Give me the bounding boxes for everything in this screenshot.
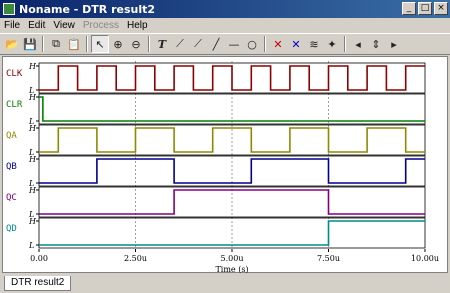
window-title: Noname - DTR result2: [19, 2, 156, 16]
waveform-qa: [39, 127, 425, 153]
level-low-label: L: [28, 241, 34, 250]
nav-left-icon[interactable]: ◂: [349, 35, 367, 53]
x-tick-label: 7.50u: [317, 254, 340, 263]
cursor-b-icon[interactable]: ⟋: [189, 35, 207, 53]
tab-bar: DTR result2: [0, 275, 450, 293]
save-icon[interactable]: 💾: [21, 35, 39, 53]
x-tick-label: 0.00: [30, 254, 48, 263]
tab-dtr-result2[interactable]: DTR result2: [4, 276, 72, 291]
menu-bar: File Edit View Process Help: [0, 18, 450, 33]
series-label: CLK: [6, 69, 23, 79]
ellipse-icon[interactable]: ○: [243, 35, 261, 53]
x-tick-label: 10.00u: [411, 254, 439, 263]
series-label: QD: [6, 224, 17, 234]
x-tick-label: 5.00u: [221, 254, 244, 263]
menu-help[interactable]: Help: [127, 20, 148, 31]
waveform-clk: [39, 65, 425, 91]
marker2-icon[interactable]: ✕: [287, 35, 305, 53]
wand-icon[interactable]: ✦: [323, 35, 341, 53]
series-label: QC: [6, 193, 17, 203]
x-tick-label: 2.50u: [124, 254, 147, 263]
text-icon[interactable]: T: [153, 35, 171, 53]
menu-process: Process: [82, 20, 119, 31]
level-high-label: H: [28, 186, 37, 195]
menu-view[interactable]: View: [53, 20, 75, 31]
level-high-label: H: [28, 62, 37, 71]
zoom-out-icon[interactable]: ⊖: [127, 35, 145, 53]
app-icon: [3, 3, 15, 15]
line-icon[interactable]: ╱: [207, 35, 225, 53]
paste-icon[interactable]: 📋: [65, 35, 83, 53]
nav-right-icon[interactable]: ▸: [385, 35, 403, 53]
measure-icon[interactable]: ≋: [305, 35, 323, 53]
dash-icon[interactable]: —: [225, 35, 243, 53]
open-icon[interactable]: 📂: [3, 35, 21, 53]
cursor-a-icon[interactable]: ⟋: [171, 35, 189, 53]
series-label: QB: [6, 162, 17, 172]
level-high-label: H: [28, 155, 37, 164]
toolbar: 📂 💾 ⧉ 📋 ↖ ⊕ ⊖ T ⟋ ⟋ ╱ — ○ ✕ ✕ ≋ ✦ ◂ ⇕ ▸: [0, 33, 450, 55]
waveform-plot[interactable]: CLK H L CLR H L QA H L QB H L QC H L QD H L 0.00 2.50u 5.00u…: [2, 56, 448, 274]
menu-edit[interactable]: Edit: [28, 20, 45, 31]
zoom-in-icon[interactable]: ⊕: [109, 35, 127, 53]
close-button[interactable]: ×: [434, 2, 448, 15]
x-axis-label: Time (s): [215, 265, 248, 274]
maximize-button[interactable]: □: [418, 2, 432, 15]
minimize-button[interactable]: _: [402, 2, 416, 15]
level-high-label: H: [28, 93, 37, 102]
level-high-label: H: [28, 124, 37, 133]
title-bar: Noname - DTR result2 _ □ ×: [0, 0, 450, 18]
nav-updown-icon[interactable]: ⇕: [367, 35, 385, 53]
menu-file[interactable]: File: [4, 20, 20, 31]
series-label: CLR: [6, 100, 23, 110]
copy-icon[interactable]: ⧉: [47, 35, 65, 53]
marker-icon[interactable]: ✕: [269, 35, 287, 53]
series-label: QA: [6, 131, 17, 141]
pointer-icon[interactable]: ↖: [91, 35, 109, 53]
level-high-label: H: [28, 217, 37, 226]
waveform-chart: CLKHLCLRHLQAHLQBHLQCHLQDHL0.00 2.50u 5.00u…: [6, 61, 439, 274]
